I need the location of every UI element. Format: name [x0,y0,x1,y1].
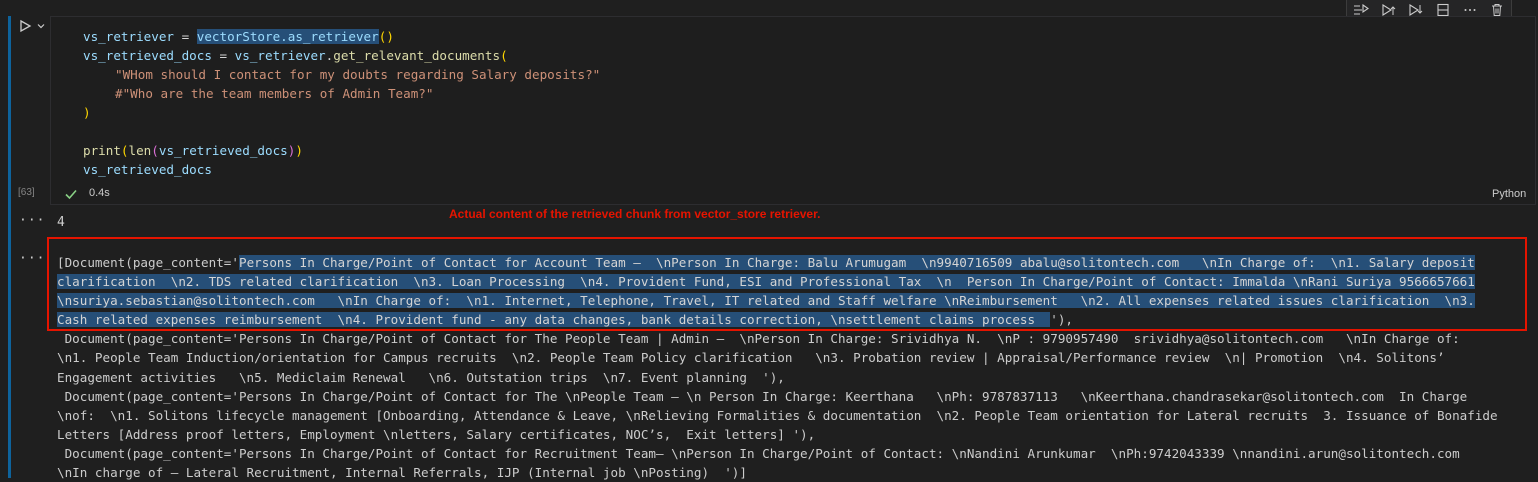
output-text-segment: Document(page_content='Persons In Charge… [57,388,1468,404]
code-token: vs_retrieved_docs [83,48,212,63]
code-token: "WHom should I contact for my doubts reg… [115,67,601,82]
code-token: #"Who are the team members of Admin Team… [115,86,434,101]
output-line: [Document(page_content='Persons In Charg… [57,253,1527,272]
selected-text: Persons In Charge/Point of Contact for A… [238,255,1475,270]
split-cell-icon [1437,3,1449,17]
execute-above-icon [1382,4,1396,16]
selected-text: clarification \n2. TDS related clarifica… [57,274,1475,290]
run-icon [20,19,32,33]
code-line-2: vs_retrieved_docs = vs_retriever.get_rel… [83,46,508,65]
code-line-7: print(len(vs_retrieved_docs)) [83,141,303,160]
code-line-8: vs_retrieved_docs [83,160,212,179]
output-line: \nof: \n1. Solitons lifecycle management… [57,406,1527,425]
code-editor[interactable]: vs_retriever = vectorStore.as_retriever(… [50,16,1536,205]
output-text-segment: Letters [Address proof letters, Employme… [57,426,816,442]
output-text-segment: [Document(page_content=' [57,255,239,270]
code-line-1: vs_retriever = vectorStore.as_retriever(… [83,27,394,46]
delete-icon [1492,4,1503,16]
output-text-segment: Document(page_content='Persons In Charge… [57,331,1460,347]
output-line: Document(page_content='Persons In Charge… [57,387,1527,406]
execution-count: [63] [18,187,35,198]
chevron-down-icon [37,24,45,29]
output-text-segment: \nIn charge of – Lateral Recruitment, In… [57,465,747,481]
run-cell-button[interactable] [15,16,35,36]
output-text-segment: \n1. People Team Induction/orientation f… [57,350,1445,366]
execute-below-icon [1409,4,1423,16]
code-token-highlighted: vectorStore.as_retriever [196,29,379,44]
active-cell-indicator [8,16,11,478]
code-token: ) [83,105,91,120]
output-text-segment: '), [1050,312,1074,328]
output-line: Document(page_content='Persons In Charge… [57,444,1527,463]
run-options-dropdown[interactable] [35,19,47,33]
code-token: print [83,143,121,158]
output-text[interactable]: [Document(page_content='Persons In Charg… [57,253,1527,482]
output-line: \nIn charge of – Lateral Recruitment, In… [57,463,1527,482]
code-token: vs_retrieved_docs [83,162,212,177]
output-more-actions-button[interactable]: ··· [19,213,45,228]
selected-text: Cash related expenses reimbursement \n4.… [57,312,1051,328]
more-actions-icon [1464,9,1476,11]
code-token: vs_retrieved_docs [158,143,288,158]
code-line-4: #"Who are the team members of Admin Team… [115,84,433,103]
output-more-actions-button-2[interactable]: ··· [19,251,45,266]
output-text-segment: Document(page_content='Persons In Charge… [57,445,1460,461]
code-token: ( [120,143,129,158]
code-token: vs_retriever [234,48,326,63]
output-text-segment: Engagement activities \n5. Mediclaim Ren… [57,369,785,385]
output-line: Engagement activities \n5. Mediclaim Ren… [57,368,1527,387]
output-line: Cash related expenses reimbursement \n4.… [57,310,1527,329]
code-line-3: "WHom should I contact for my doubts reg… [115,65,600,84]
output-line: Document(page_content='Persons In Charge… [57,329,1527,348]
code-token: ) [295,143,303,158]
code-token: = [174,29,197,44]
run-by-line-icon [1353,3,1369,15]
code-token: get_relevant_documents [333,48,501,63]
check-icon [65,189,77,200]
output-print-result: 4 [57,215,65,230]
kernel-language-label[interactable]: Python [1492,188,1526,200]
execution-time: 0.4s [89,187,110,199]
code-token: ( [151,143,159,158]
output-line: \nsuriya.sebastian@solitontech.com \nIn … [57,291,1527,310]
output-line: \n1. People Team Induction/orientation f… [57,348,1527,367]
code-token: = [211,48,235,63]
annotation-label: Actual content of the retrieved chunk fr… [449,207,821,221]
output-line: Letters [Address proof letters, Employme… [57,425,1527,444]
code-token: vs_retriever [83,29,174,44]
selected-text: \nsuriya.sebastian@solitontech.com \nIn … [57,293,1475,309]
code-token: ( [500,48,508,63]
output-line: clarification \n2. TDS related clarifica… [57,272,1527,291]
code-line-5: ) [83,103,91,122]
output-text-segment: \nof: \n1. Solitons lifecycle management… [57,407,1498,423]
code-token: () [378,29,394,44]
code-token: len [128,143,152,158]
